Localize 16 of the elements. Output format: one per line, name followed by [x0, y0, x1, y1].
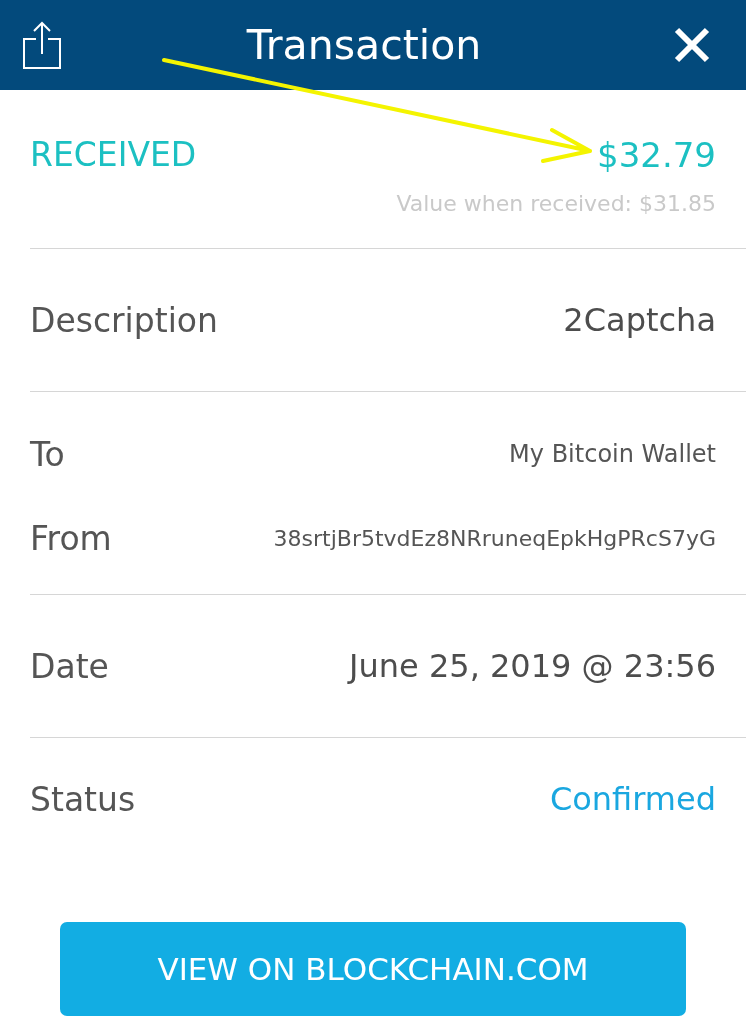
field-value: June 25, 2019 @ 23:56: [349, 647, 716, 685]
field-value: My Bitcoin Wallet: [509, 440, 716, 468]
direction-label: RECEIVED: [30, 135, 197, 174]
field-value: 2Captcha: [563, 301, 716, 339]
window-title: Transaction: [246, 21, 483, 69]
field-label: To: [30, 434, 65, 474]
field-label: Description: [30, 300, 218, 340]
field-label: Status: [30, 779, 136, 819]
share-icon[interactable]: [22, 20, 62, 70]
amount-value: $32.79: [597, 134, 716, 175]
close-icon[interactable]: [674, 27, 710, 63]
status-value: Confirmed: [549, 780, 716, 818]
field-value: 38srtjBr5tvdEz8NRruneqEpkHgPRcS7yG: [273, 525, 716, 551]
field-label: From: [30, 518, 112, 558]
field-label: Date: [30, 646, 109, 686]
view-on-blockchain-button[interactable]: VIEW ON BLOCKCHAIN.COM: [60, 922, 686, 1016]
